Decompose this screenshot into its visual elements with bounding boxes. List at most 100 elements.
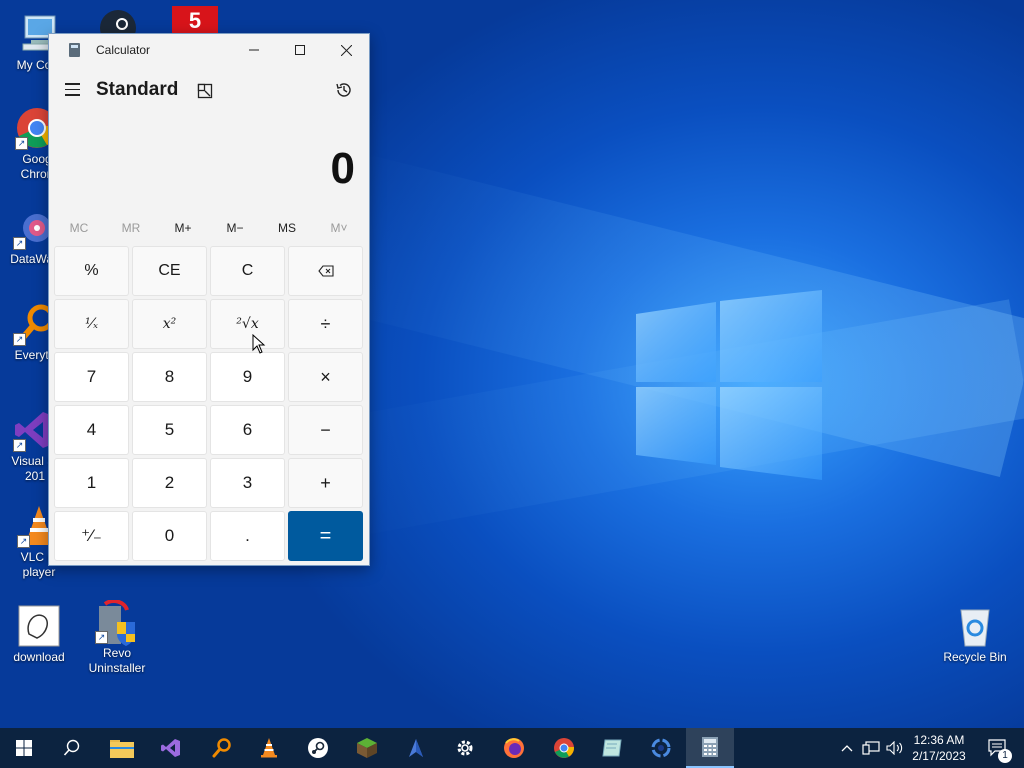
clear-entry-button[interactable]: CE [132, 246, 207, 296]
sync-icon [651, 738, 671, 758]
system-clock[interactable]: 12:36 AM 2/17/2023 [896, 732, 982, 764]
steam-icon [308, 738, 328, 758]
desktop-icon-label: Recycle Bin [943, 650, 1007, 664]
shortcut-arrow-icon: ↗ [13, 333, 26, 346]
shortcut-arrow-icon: ↗ [17, 535, 30, 548]
digit-6-button[interactable]: 6 [210, 405, 285, 455]
folder-icon [110, 740, 134, 758]
revo-uninstaller-icon: ↗ [95, 599, 139, 646]
history-icon[interactable] [335, 81, 353, 99]
digit-0-button[interactable]: 0 [132, 511, 207, 561]
network-button[interactable] [860, 728, 882, 768]
minimize-button[interactable] [231, 34, 277, 66]
window-title: Calculator [96, 43, 151, 57]
visual-studio-icon [161, 739, 180, 757]
clock-date: 2/17/2023 [912, 749, 966, 763]
digit-8-button[interactable]: 8 [132, 352, 207, 402]
mode-title: Standard [96, 79, 179, 100]
grass-block-icon [357, 738, 377, 758]
search-button[interactable] [48, 728, 96, 768]
desktop-icon-label: Revo Uninstaller [88, 646, 146, 675]
multiply-button[interactable]: × [288, 352, 363, 402]
backspace-button[interactable] [288, 246, 363, 296]
magnifier-icon [212, 738, 231, 758]
add-button[interactable]: + [288, 458, 363, 508]
digit-5-button[interactable]: 5 [132, 405, 207, 455]
hamburger-menu-icon[interactable] [65, 83, 80, 96]
origami-bird-icon [409, 739, 423, 757]
shortcut-arrow-icon: ↗ [13, 439, 26, 452]
digit-2-button[interactable]: 2 [132, 458, 207, 508]
taskbar-everything[interactable] [197, 728, 245, 768]
negate-button[interactable]: ⁺⁄₋ [54, 511, 129, 561]
title-bar[interactable]: Calculator [49, 34, 369, 66]
taskbar-chrome[interactable] [540, 728, 588, 768]
reciprocal-button[interactable]: ¹⁄ₓ [54, 299, 129, 349]
search-icon [63, 739, 80, 756]
chevron-up-icon [841, 745, 853, 752]
digit-4-button[interactable]: 4 [54, 405, 129, 455]
square-button[interactable]: x² [132, 299, 207, 349]
shortcut-arrow-icon: ↗ [13, 237, 26, 250]
keypad: % CE C ¹⁄ₓ x² ²√x ÷ 7 8 9 × 4 5 6 − 1 2 … [54, 246, 366, 561]
chrome-icon [554, 738, 575, 758]
close-icon [340, 44, 352, 56]
steam-desktop-icon[interactable] [96, 6, 140, 46]
start-button[interactable] [0, 728, 48, 768]
taskbar-notes[interactable] [588, 728, 636, 768]
close-button[interactable] [323, 34, 369, 66]
digit-7-button[interactable]: 7 [54, 352, 129, 402]
equals-button[interactable]: = [288, 511, 363, 561]
mouse-cursor-icon [252, 334, 266, 354]
calculator-app-icon [69, 43, 80, 57]
taskbar-settings[interactable] [441, 728, 489, 768]
taskbar-app-cycle[interactable] [637, 728, 685, 768]
desktop-icon-recycle-bin[interactable]: Recycle Bin [936, 604, 1014, 665]
notification-count-badge: 1 [998, 749, 1012, 763]
backspace-icon [317, 265, 334, 277]
app-desktop-icon[interactable]: 5 [172, 6, 218, 34]
memory-store-button[interactable]: MS [261, 217, 313, 239]
taskbar-vlc[interactable] [245, 728, 293, 768]
decimal-button[interactable]: . [210, 511, 285, 561]
memory-subtract-button[interactable]: M− [209, 217, 261, 239]
taskbar-file-explorer[interactable] [98, 728, 146, 768]
taskbar-firefox[interactable] [490, 728, 538, 768]
maximize-button[interactable] [277, 34, 323, 66]
windows-logo-wallpaper [636, 290, 822, 480]
taskbar: 12:36 AM 2/17/2023 1 [0, 728, 1024, 768]
digit-1-button[interactable]: 1 [54, 458, 129, 508]
desktop-icon-download[interactable]: download [0, 604, 78, 665]
windows-start-icon [16, 740, 32, 756]
divide-button[interactable]: ÷ [288, 299, 363, 349]
recycle-bin-icon [953, 604, 997, 648]
memory-recall-button[interactable]: MR [105, 217, 157, 239]
digit-9-button[interactable]: 9 [210, 352, 285, 402]
calculator-window[interactable]: Calculator Standard 0 MC MR M+ M− MS M˅ … [48, 33, 370, 566]
digit-3-button[interactable]: 3 [210, 458, 285, 508]
taskbar-app[interactable] [392, 728, 440, 768]
show-hidden-icons-button[interactable] [838, 728, 856, 768]
network-icon [862, 741, 880, 755]
calculator-icon [702, 737, 718, 757]
taskbar-visual-studio[interactable] [147, 728, 195, 768]
memory-list-button[interactable]: M˅ [313, 217, 365, 239]
keep-on-top-icon[interactable] [197, 83, 213, 99]
taskbar-calculator[interactable] [686, 728, 734, 768]
percent-button[interactable]: % [54, 246, 129, 296]
square-root-button[interactable]: ²√x [210, 299, 285, 349]
taskbar-steam[interactable] [294, 728, 342, 768]
notepad-icon [602, 739, 622, 757]
action-center-button[interactable]: 1 [980, 728, 1016, 768]
memory-clear-button[interactable]: MC [53, 217, 105, 239]
shortcut-arrow-icon: ↗ [95, 631, 108, 644]
calculator-header: Standard [49, 66, 369, 114]
memory-add-button[interactable]: M+ [157, 217, 209, 239]
clear-button[interactable]: C [210, 246, 285, 296]
minimize-icon [249, 49, 259, 51]
taskbar-minecraft[interactable] [343, 728, 391, 768]
firefox-icon [504, 738, 524, 758]
memory-row: MC MR M+ M− MS M˅ [53, 217, 365, 239]
subtract-button[interactable]: − [288, 405, 363, 455]
desktop-icon-revo-uninstaller[interactable]: ↗ Revo Uninstaller [78, 599, 156, 676]
